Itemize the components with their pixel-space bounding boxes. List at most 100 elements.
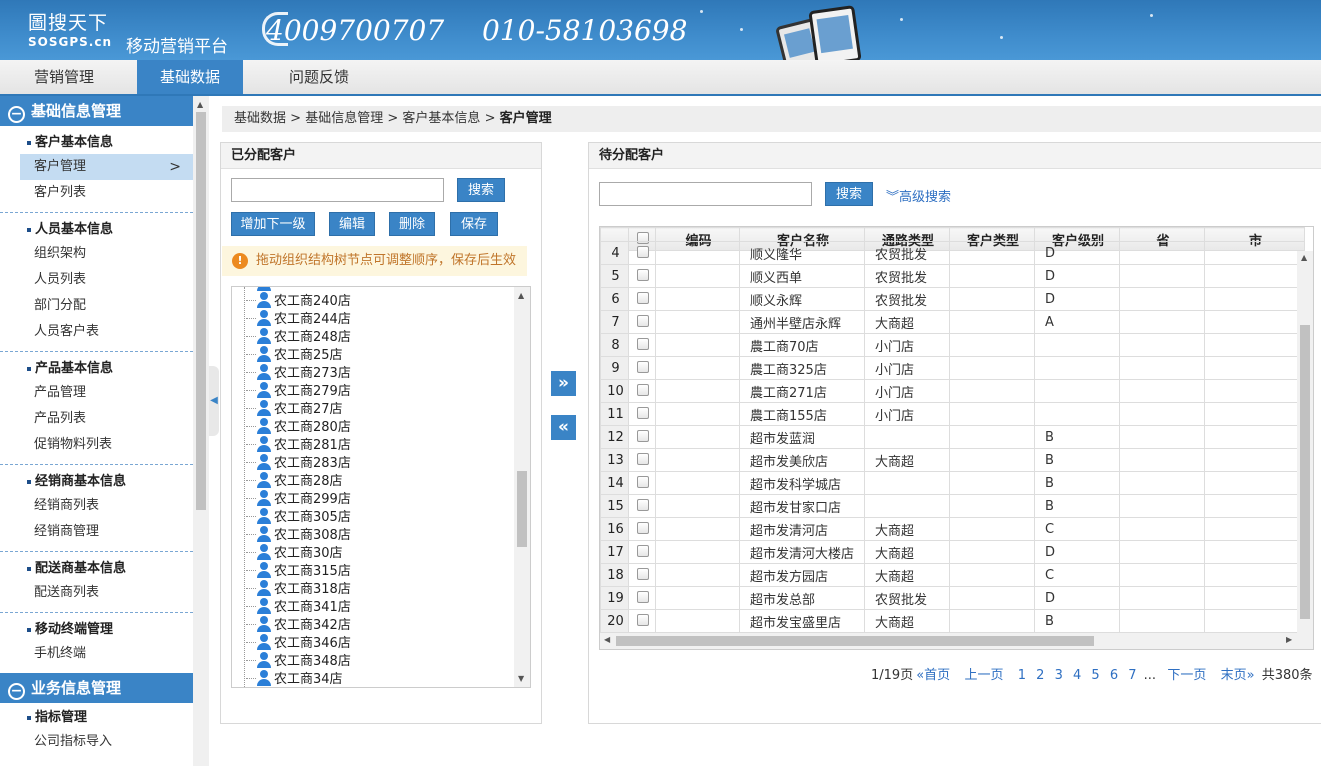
row-checkbox[interactable] bbox=[628, 425, 656, 449]
scroll-down-icon[interactable]: ▼ bbox=[518, 674, 524, 683]
page-link[interactable]: 7 bbox=[1128, 668, 1136, 683]
assigned-search-button[interactable]: 搜索 bbox=[457, 178, 505, 202]
move-right-button[interactable]: » bbox=[551, 371, 576, 396]
tab-basic-data[interactable]: 基础数据 bbox=[137, 60, 243, 94]
scroll-up-icon[interactable]: ▲ bbox=[518, 291, 524, 300]
tree-node[interactable]: 农工商308店 bbox=[246, 526, 351, 544]
row-checkbox[interactable] bbox=[628, 448, 656, 472]
table-row[interactable]: 10 農工商271店 小门店 bbox=[600, 379, 1305, 403]
sidebar-item-mobile-terminal[interactable]: 手机终端 bbox=[0, 641, 193, 667]
row-checkbox[interactable] bbox=[628, 517, 656, 541]
page-link[interactable]: 2 bbox=[1036, 668, 1044, 683]
tree-node[interactable]: 农工商25店 bbox=[246, 346, 343, 364]
row-checkbox[interactable] bbox=[628, 494, 656, 518]
sidebar-section-business[interactable]: − 业务信息管理 bbox=[0, 673, 193, 703]
scrollbar-thumb[interactable] bbox=[196, 112, 206, 510]
table-row[interactable]: 15 超市发甘家口店 B bbox=[600, 494, 1305, 518]
row-checkbox[interactable] bbox=[628, 471, 656, 495]
sidebar-item-org-structure[interactable]: 组织架构 bbox=[0, 241, 193, 267]
logo[interactable]: 圖搜天下 SOSGPS.cn bbox=[28, 8, 112, 49]
sidebar-item-customer-list[interactable]: 客户列表 bbox=[0, 180, 193, 206]
add-child-button[interactable]: 增加下一级 bbox=[231, 212, 315, 236]
tree-node[interactable]: 农工商315店 bbox=[246, 562, 351, 580]
breadcrumb-item[interactable]: 基础数据 bbox=[234, 111, 286, 126]
table-row[interactable]: 14 超市发科学城店 B bbox=[600, 471, 1305, 495]
scroll-left-icon[interactable]: ◀ bbox=[604, 635, 610, 644]
table-row[interactable]: 4 顺义隆华 农贸批发 D bbox=[600, 241, 1305, 265]
table-row[interactable]: 7 通州半壁店永辉 大商超 A bbox=[600, 310, 1305, 334]
page-link[interactable]: 3 bbox=[1055, 668, 1063, 683]
sidebar-item-staff-list[interactable]: 人员列表 bbox=[0, 267, 193, 293]
tree-node[interactable]: 农工商28店 bbox=[246, 472, 343, 490]
first-page-link[interactable]: «首页 bbox=[916, 668, 950, 683]
tree-node[interactable]: 农工商280店 bbox=[246, 418, 351, 436]
table-row[interactable]: 13 超市发美欣店 大商超 B bbox=[600, 448, 1305, 472]
row-checkbox[interactable] bbox=[628, 241, 656, 265]
row-checkbox[interactable] bbox=[628, 356, 656, 380]
row-checkbox[interactable] bbox=[628, 287, 656, 311]
row-checkbox[interactable] bbox=[628, 264, 656, 288]
page-link[interactable]: 6 bbox=[1110, 668, 1118, 683]
scroll-up-icon[interactable]: ▲ bbox=[197, 100, 203, 109]
tree-node[interactable]: 农工商248店 bbox=[246, 328, 351, 346]
sidebar-item-dept-assign[interactable]: 部门分配 bbox=[0, 293, 193, 319]
table-row[interactable]: 19 超市发总部 农贸批发 D bbox=[600, 586, 1305, 610]
table-row[interactable]: 12 超市发蓝润 B bbox=[600, 425, 1305, 449]
scroll-right-icon[interactable]: ▶ bbox=[1286, 635, 1292, 644]
tree-node[interactable]: 农工商341店 bbox=[246, 598, 351, 616]
tree-node[interactable]: 农工商34店 bbox=[246, 670, 343, 687]
sidebar-item-promo-list[interactable]: 促销物料列表 bbox=[0, 432, 193, 458]
page-link[interactable]: 4 bbox=[1073, 668, 1081, 683]
grid-vertical-scrollbar[interactable]: ▲ bbox=[1297, 251, 1313, 633]
tab-feedback[interactable]: 问题反馈 bbox=[266, 60, 372, 94]
edit-button[interactable]: 编辑 bbox=[329, 212, 375, 236]
delete-button[interactable]: 删除 bbox=[389, 212, 435, 236]
table-row[interactable]: 6 顺义永辉 农贸批发 D bbox=[600, 287, 1305, 311]
assigned-search-input[interactable] bbox=[231, 178, 444, 202]
next-page-link[interactable]: 下一页 bbox=[1167, 668, 1206, 683]
tree-node[interactable]: 农工商279店 bbox=[246, 382, 351, 400]
advanced-search-link[interactable]: ︾高级搜索 bbox=[886, 186, 951, 205]
row-checkbox[interactable] bbox=[628, 563, 656, 587]
table-row[interactable]: 5 顺义西单 农贸批发 D bbox=[600, 264, 1305, 288]
sidebar-section-basic[interactable]: − 基础信息管理 bbox=[0, 96, 193, 126]
tree-node[interactable]: 农工商318店 bbox=[246, 580, 351, 598]
tree-node[interactable]: 农工商283店 bbox=[246, 454, 351, 472]
page-link[interactable]: 5 bbox=[1091, 668, 1099, 683]
row-checkbox[interactable] bbox=[628, 379, 656, 403]
unassigned-search-input[interactable] bbox=[599, 182, 812, 206]
page-link[interactable]: 1 bbox=[1018, 668, 1026, 683]
table-row[interactable]: 20 超市发宝盛里店 大商超 B bbox=[600, 609, 1305, 633]
unassigned-search-button[interactable]: 搜索 bbox=[825, 182, 873, 206]
tree-node[interactable]: 农工商244店 bbox=[246, 310, 351, 328]
table-row[interactable]: 8 農工商70店 小门店 bbox=[600, 333, 1305, 357]
row-checkbox[interactable] bbox=[628, 310, 656, 334]
sidebar-item-customer-management[interactable]: 客户管理 > bbox=[20, 154, 193, 180]
tree-node[interactable]: 农工商281店 bbox=[246, 436, 351, 454]
tree-node[interactable]: 农工商299店 bbox=[246, 490, 351, 508]
row-checkbox[interactable] bbox=[628, 333, 656, 357]
table-row[interactable]: 17 超市发清河大楼店 大商超 D bbox=[600, 540, 1305, 564]
row-checkbox[interactable] bbox=[628, 540, 656, 564]
breadcrumb-item[interactable]: 基础信息管理 bbox=[305, 111, 383, 126]
grid-horizontal-scrollbar[interactable]: ◀ ▶ bbox=[600, 633, 1313, 649]
row-checkbox[interactable] bbox=[628, 586, 656, 610]
scrollbar-thumb[interactable] bbox=[517, 471, 527, 547]
breadcrumb-item[interactable]: 客户基本信息 bbox=[402, 111, 480, 126]
tree-node[interactable]: 农工商346店 bbox=[246, 634, 351, 652]
tree-node[interactable]: 农工商240店 bbox=[246, 292, 351, 310]
row-checkbox[interactable] bbox=[628, 609, 656, 633]
tree-node[interactable]: 农工商30店 bbox=[246, 544, 343, 562]
table-row[interactable]: 9 農工商325店 小门店 bbox=[600, 356, 1305, 380]
scrollbar-thumb[interactable] bbox=[616, 636, 1094, 646]
table-row[interactable]: 16 超市发清河店 大商超 C bbox=[600, 517, 1305, 541]
sidebar-item-product-management[interactable]: 产品管理 bbox=[0, 380, 193, 406]
last-page-link[interactable]: 末页» bbox=[1221, 668, 1255, 683]
scroll-up-icon[interactable]: ▲ bbox=[1301, 253, 1307, 262]
sidebar-scrollbar[interactable]: ▲ bbox=[193, 96, 209, 766]
table-row[interactable]: 11 農工商155店 小门店 bbox=[600, 402, 1305, 426]
prev-page-link[interactable]: 上一页 bbox=[964, 668, 1003, 683]
tree-node[interactable]: 农工商273店 bbox=[246, 364, 351, 382]
row-checkbox[interactable] bbox=[628, 402, 656, 426]
tab-marketing[interactable]: 营销管理 bbox=[0, 60, 128, 94]
